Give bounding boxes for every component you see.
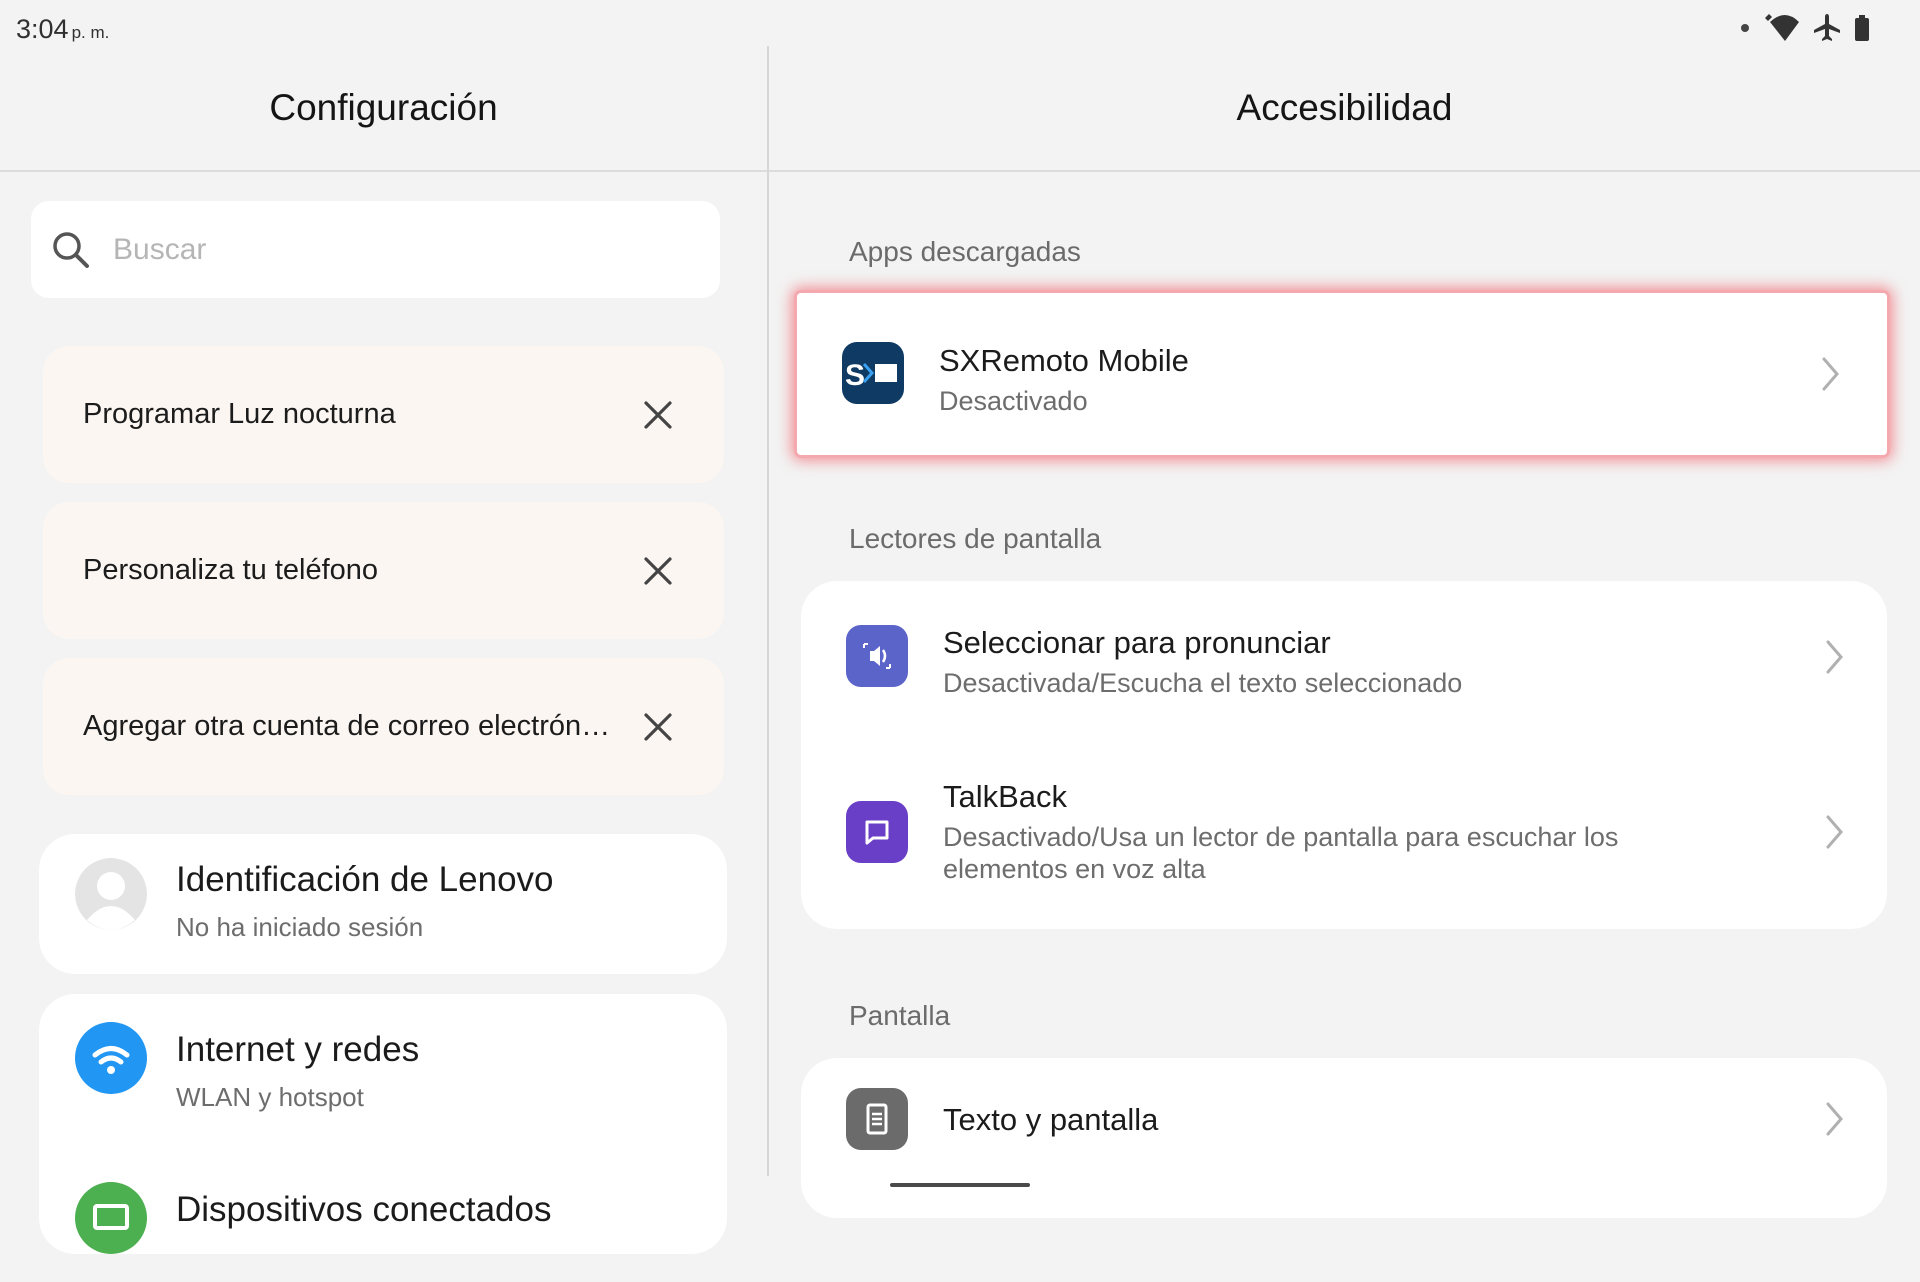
dismiss-suggestion-button[interactable] [636,705,680,749]
close-icon [644,400,672,429]
lenovo-id-title: Identificación de Lenovo [176,860,554,899]
close-icon [644,556,672,585]
section-header-display: Pantalla [849,1000,951,1031]
devices-icon-badge [75,1182,147,1254]
lenovo-id-card[interactable]: Identificación de Lenovo No ha iniciado … [39,834,727,974]
chevron-right-icon [1826,815,1843,849]
screen-readers-card: Seleccionar para pronunciar Desactivada/… [801,581,1887,929]
talkback-icon-badge [846,801,908,863]
status-time: 3:04 p. m. [16,14,109,45]
speaker-icon [863,643,891,669]
status-icons [1740,14,1870,42]
settings-header: Configuración [0,46,767,172]
list-item-title: SXRemoto Mobile [939,343,1189,378]
search-icon [53,231,89,268]
chat-bubble-icon [865,820,889,845]
suggestion-card[interactable]: Programar Luz nocturna [43,346,724,483]
list-item-subtitle: Desactivado [939,386,1088,416]
accessibility-header: Accesibilidad [769,46,1920,172]
suggestion-label: Agregar otra cuenta de correo electrónic… [83,710,616,742]
list-item-title: TalkBack [943,779,1068,814]
devices-icon [93,1204,129,1230]
internet-icon-badge [75,1022,147,1094]
list-item-subtitle: Desactivado/Usa un lector de pantalla pa… [943,822,1619,884]
section-header-screen-readers: Lectores de pantalla [849,523,1102,554]
settings-item-title: Internet y redes [176,1030,420,1069]
display-card: Texto y pantalla [801,1058,1887,1218]
list-item-text-and-display[interactable]: Texto y pantalla [801,1058,1887,1188]
suggestion-label: Programar Luz nocturna [83,398,396,430]
list-item-talkback[interactable]: TalkBack Desactivado/Usa un lector de pa… [801,741,1887,929]
list-item-select-to-speak[interactable]: Seleccionar para pronunciar Desactivada/… [801,581,1887,741]
list-item-title: Texto y pantalla [943,1102,1159,1137]
text-display-icon-badge [846,1088,908,1150]
settings-list-card: Internet y redes WLAN y hotspot Disposit… [39,994,727,1254]
svg-text:S: S [845,359,865,392]
suggestion-card[interactable]: Personaliza tu teléfono [43,502,724,639]
chevron-right-icon [1822,357,1839,391]
settings-item-subtitle: WLAN y hotspot [176,1082,364,1112]
page-title: Configuración [269,87,498,128]
wifi-icon [1765,14,1799,41]
settings-item-connected-devices[interactable]: Dispositivos conectados [39,1172,727,1282]
dismiss-suggestion-button[interactable] [636,549,680,593]
settings-item-internet[interactable]: Internet y redes WLAN y hotspot [39,1012,727,1122]
sxremoto-logo-icon: S [845,359,897,392]
wifi-icon [92,1046,130,1074]
airplane-icon [1814,14,1840,41]
select-to-speak-icon-badge [846,625,908,687]
battery-icon [1855,15,1869,41]
lenovo-id-item[interactable]: Identificación de Lenovo No ha iniciado … [39,842,727,952]
chevron-right-icon [1826,640,1843,674]
search-input[interactable] [111,231,675,268]
suggestion-label: Personaliza tu teléfono [83,554,379,586]
suggestion-card[interactable]: Agregar otra cuenta de correo electrónic… [43,658,724,795]
avatar-icon [75,858,147,930]
accessibility-title: Accesibilidad [1236,87,1453,128]
gesture-nav-bar[interactable] [890,1183,1030,1187]
list-item-subtitle: Desactivada/Escucha el texto seleccionad… [943,668,1463,698]
status-time-value: 3:04 [16,14,69,44]
dismiss-suggestion-button[interactable] [636,393,680,437]
display-text-icon [866,1103,888,1135]
sxremoto-app-icon: S [842,342,904,404]
search-bar[interactable] [31,201,720,298]
downloaded-apps-card: S SXRemoto Mobile Desactivado [797,293,1887,455]
list-item-title: Seleccionar para pronunciar [943,625,1331,660]
status-time-ampm: p. m. [71,23,110,42]
chevron-right-icon [1826,1102,1843,1136]
accessibility-pane: Accesibilidad Apps descargadas S SXRemot… [769,46,1920,1218]
lenovo-id-subtitle: No ha iniciado sesión [176,912,424,942]
section-header-downloaded-apps: Apps descargadas [849,236,1081,267]
close-icon [644,712,672,741]
dot-icon [1741,24,1749,32]
settings-pane: Configuración Programar Luz nocturna Per… [0,46,767,1254]
list-item-sxremoto[interactable]: S SXRemoto Mobile Desactivado [797,293,1883,455]
settings-item-title: Dispositivos conectados [176,1190,552,1229]
